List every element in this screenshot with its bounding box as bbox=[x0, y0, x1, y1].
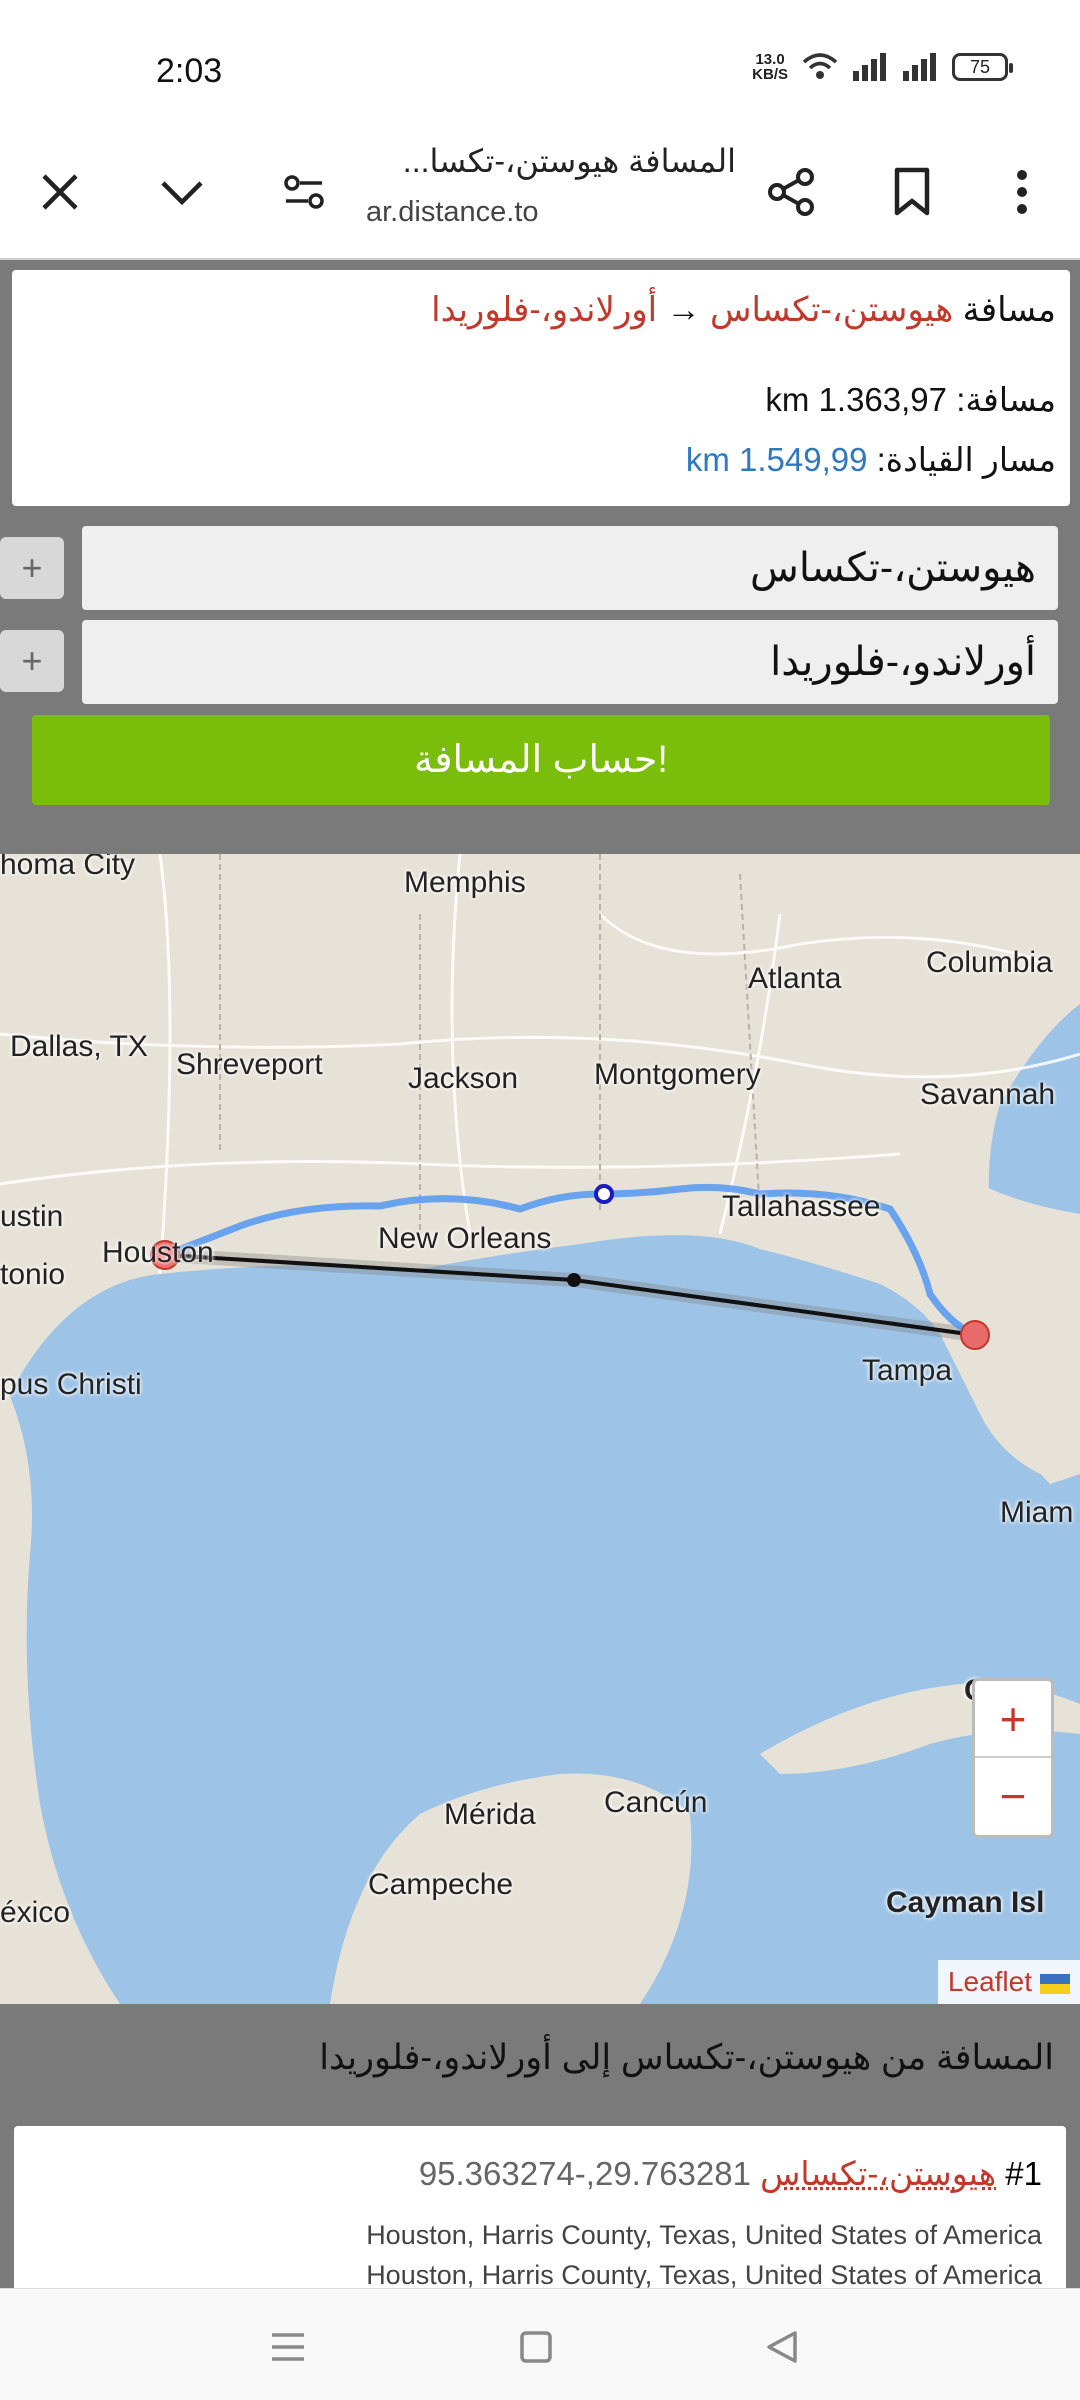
status-bar: 2:03 13.0 KB/S 75 bbox=[0, 0, 1080, 130]
results-title: المسافة من هيوستن،-تكساس إلى أورلاندو،-ف… bbox=[319, 2038, 1054, 2077]
map-label-new-orleans: New Orleans bbox=[378, 1222, 552, 1255]
map-label-columbia: Columbia bbox=[926, 946, 1053, 979]
map-label-antonio: tonio bbox=[0, 1258, 66, 1291]
map-label-tampa: Tampa bbox=[862, 1354, 953, 1387]
location-heading: #1 هيوستن،-تكساس 95.363274-,29.763281 bbox=[418, 2155, 1042, 2192]
calculate-distance-button[interactable]: حساب المسافة! bbox=[32, 715, 1050, 805]
from-input[interactable]: هيوستن،-تكساس bbox=[82, 526, 1058, 610]
driving-distance-link[interactable]: km 1.549,99 bbox=[686, 441, 868, 478]
map-label-memphis: Memphis bbox=[404, 866, 526, 899]
distance-summary-card: مسافة هيوستن،-تكساس → أورلاندو،-فلوريدا … bbox=[12, 270, 1070, 506]
map-label-jackson: Jackson bbox=[408, 1062, 519, 1095]
map-label-corpus-christi: pus Christi bbox=[0, 1368, 142, 1401]
zoom-out-button[interactable]: − bbox=[975, 1758, 1051, 1835]
map-label-merida: Mérida bbox=[444, 1798, 536, 1831]
battery-icon: 75 bbox=[952, 53, 1013, 81]
location-item: #1 هيوستن،-تكساس 95.363274-,29.763281 Ho… bbox=[14, 2126, 1066, 2296]
zoom-control: + − bbox=[972, 1678, 1054, 1838]
back-icon[interactable] bbox=[758, 2323, 806, 2371]
close-icon[interactable] bbox=[28, 160, 92, 224]
map-attribution: Leaflet bbox=[937, 1960, 1080, 2004]
status-icons: 13.0 KB/S 75 bbox=[752, 51, 1013, 83]
map-label-cayman: Cayman Isl bbox=[886, 1886, 1045, 1919]
page-url[interactable]: ar.distance.to bbox=[366, 196, 539, 229]
home-icon[interactable] bbox=[512, 2323, 560, 2371]
to-input[interactable]: أورلاندو،-فلوريدا bbox=[82, 620, 1058, 704]
share-icon[interactable] bbox=[760, 160, 824, 224]
page-title: المسافة هيوستن،-تكسا... bbox=[402, 143, 736, 179]
map-tiles bbox=[0, 854, 1080, 2004]
recent-apps-icon[interactable] bbox=[264, 2323, 312, 2371]
route-map[interactable]: homa City Memphis Atlanta Columbia Dalla… bbox=[0, 854, 1080, 2004]
add-waypoint-button-2[interactable]: + bbox=[0, 630, 64, 692]
map-label-houston: Houston bbox=[102, 1236, 214, 1269]
location-address: Houston, Harris County, Texas, United St… bbox=[366, 2220, 1042, 2250]
summary-to-link[interactable]: أورلاندو،-فلوريدا bbox=[431, 291, 657, 329]
air-distance: مسافة: km 1.363,97 bbox=[765, 381, 1056, 418]
wifi-icon bbox=[802, 53, 838, 79]
map-label-atlanta: Atlanta bbox=[748, 962, 842, 995]
map-label-montgomery: Montgomery bbox=[594, 1058, 761, 1091]
driving-distance: مسار القيادة: km 1.549,99 bbox=[685, 441, 1056, 478]
leaflet-link[interactable]: Leaflet bbox=[948, 1966, 1032, 1997]
map-label-tallahassee: Tallahassee bbox=[722, 1190, 881, 1223]
map-label-dallas: Dallas, TX bbox=[10, 1030, 148, 1063]
bookmark-icon[interactable] bbox=[880, 160, 944, 224]
browser-toolbar: المسافة هيوستن،-تكسا... ar.distance.to bbox=[0, 130, 1080, 260]
clock: 2:03 bbox=[156, 52, 223, 90]
chevron-down-icon[interactable] bbox=[150, 160, 214, 224]
site-settings-icon[interactable] bbox=[272, 160, 336, 224]
signal-icon-2 bbox=[903, 53, 936, 81]
map-label-mexico: éxico bbox=[0, 1896, 71, 1929]
add-waypoint-button[interactable]: + bbox=[0, 537, 64, 599]
zoom-in-button[interactable]: + bbox=[975, 1681, 1051, 1758]
map-label-savannah: Savannah bbox=[920, 1078, 1056, 1111]
map-label-austin: ustin bbox=[0, 1200, 64, 1233]
network-speed: 13.0 KB/S bbox=[752, 51, 788, 83]
location-coords: 95.363274-,29.763281 bbox=[418, 2155, 751, 2192]
map-label-cancun: Cancún bbox=[604, 1786, 708, 1819]
location-address-2: Houston, Harris County, Texas, United St… bbox=[366, 2260, 1042, 2290]
signal-icon bbox=[853, 53, 886, 81]
more-menu-icon[interactable] bbox=[990, 160, 1054, 224]
map-label-miami: Miam bbox=[1000, 1496, 1074, 1529]
location-city-link[interactable]: هيوستن،-تكساس bbox=[760, 2155, 996, 2192]
summary-heading: مسافة هيوستن،-تكساس → أورلاندو،-فلوريدا bbox=[431, 291, 1056, 329]
ukraine-flag-icon bbox=[1040, 1973, 1070, 1994]
summary-from-link[interactable]: هيوستن،-تكساس bbox=[710, 291, 953, 329]
system-navigation-bar bbox=[0, 2288, 1080, 2400]
map-label-oklahoma: homa City bbox=[0, 854, 136, 881]
map-label-shreveport: Shreveport bbox=[176, 1048, 323, 1081]
map-label-campeche: Campeche bbox=[368, 1868, 514, 1901]
